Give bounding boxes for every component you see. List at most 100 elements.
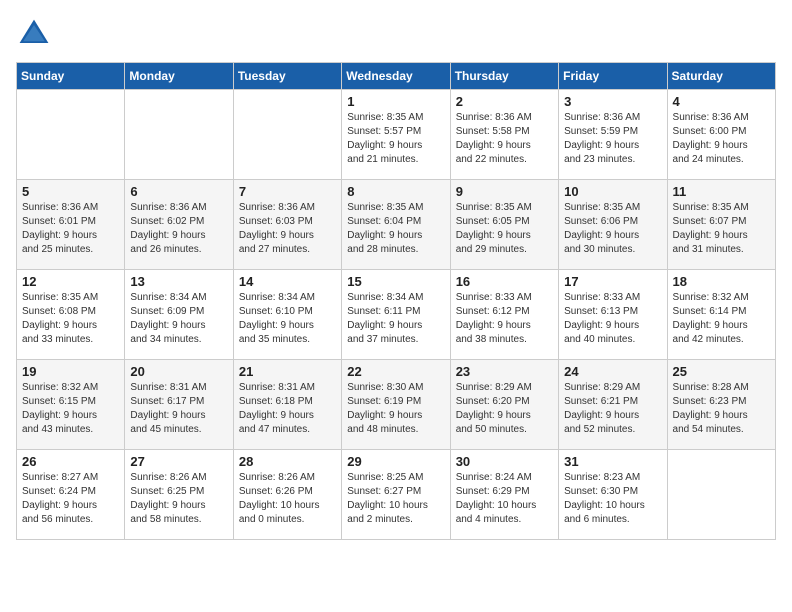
- logo: [16, 16, 56, 52]
- day-number: 7: [239, 184, 336, 199]
- day-number: 26: [22, 454, 119, 469]
- page-header: [16, 16, 776, 52]
- calendar-cell: 19 Sunrise: 8:32 AM Sunset: 6:15 PM Dayli…: [17, 360, 125, 450]
- calendar-cell: 27 Sunrise: 8:26 AM Sunset: 6:25 PM Dayli…: [125, 450, 233, 540]
- day-info: Sunrise: 8:34 AM Sunset: 6:09 PM Dayligh…: [130, 291, 227, 347]
- day-info: Sunrise: 8:25 AM Sunset: 6:27 PM Dayligh…: [347, 471, 444, 527]
- day-number: 19: [22, 364, 119, 379]
- day-number: 21: [239, 364, 336, 379]
- calendar-week-row: 1 Sunrise: 8:35 AM Sunset: 5:57 PM Daylig…: [17, 90, 776, 180]
- weekday-header-row: SundayMondayTuesdayWednesdayThursdayFrid…: [17, 63, 776, 90]
- day-info: Sunrise: 8:35 AM Sunset: 6:06 PM Dayligh…: [564, 201, 661, 257]
- calendar-cell: 30 Sunrise: 8:24 AM Sunset: 6:29 PM Dayli…: [450, 450, 558, 540]
- day-info: Sunrise: 8:36 AM Sunset: 6:00 PM Dayligh…: [673, 111, 770, 167]
- calendar-cell: 12 Sunrise: 8:35 AM Sunset: 6:08 PM Dayli…: [17, 270, 125, 360]
- day-info: Sunrise: 8:30 AM Sunset: 6:19 PM Dayligh…: [347, 381, 444, 437]
- day-number: 2: [456, 94, 553, 109]
- weekday-header-wednesday: Wednesday: [342, 63, 450, 90]
- calendar-cell: [233, 90, 341, 180]
- calendar-cell: 15 Sunrise: 8:34 AM Sunset: 6:11 PM Dayli…: [342, 270, 450, 360]
- calendar-cell: 18 Sunrise: 8:32 AM Sunset: 6:14 PM Dayli…: [667, 270, 775, 360]
- day-number: 3: [564, 94, 661, 109]
- day-info: Sunrise: 8:36 AM Sunset: 5:58 PM Dayligh…: [456, 111, 553, 167]
- day-info: Sunrise: 8:35 AM Sunset: 6:04 PM Dayligh…: [347, 201, 444, 257]
- calendar-cell: 7 Sunrise: 8:36 AM Sunset: 6:03 PM Daylig…: [233, 180, 341, 270]
- calendar-week-row: 26 Sunrise: 8:27 AM Sunset: 6:24 PM Dayli…: [17, 450, 776, 540]
- day-number: 9: [456, 184, 553, 199]
- day-info: Sunrise: 8:34 AM Sunset: 6:11 PM Dayligh…: [347, 291, 444, 347]
- calendar-cell: 3Sunrise: 8:36 AM Sunset: 5:59 PM Daylig…: [559, 90, 667, 180]
- calendar-cell: 22 Sunrise: 8:30 AM Sunset: 6:19 PM Dayli…: [342, 360, 450, 450]
- calendar-cell: 24 Sunrise: 8:29 AM Sunset: 6:21 PM Dayli…: [559, 360, 667, 450]
- day-number: 29: [347, 454, 444, 469]
- calendar-week-row: 19 Sunrise: 8:32 AM Sunset: 6:15 PM Dayli…: [17, 360, 776, 450]
- day-number: 4: [673, 94, 770, 109]
- calendar-cell: 8 Sunrise: 8:35 AM Sunset: 6:04 PM Daylig…: [342, 180, 450, 270]
- calendar-cell: 31 Sunrise: 8:23 AM Sunset: 6:30 PM Dayli…: [559, 450, 667, 540]
- day-number: 11: [673, 184, 770, 199]
- weekday-header-monday: Monday: [125, 63, 233, 90]
- day-info: Sunrise: 8:36 AM Sunset: 6:02 PM Dayligh…: [130, 201, 227, 257]
- weekday-header-friday: Friday: [559, 63, 667, 90]
- calendar-cell: 5Sunrise: 8:36 AM Sunset: 6:01 PM Daylig…: [17, 180, 125, 270]
- calendar-cell: 6 Sunrise: 8:36 AM Sunset: 6:02 PM Daylig…: [125, 180, 233, 270]
- day-number: 6: [130, 184, 227, 199]
- calendar-cell: 4 Sunrise: 8:36 AM Sunset: 6:00 PM Daylig…: [667, 90, 775, 180]
- day-number: 31: [564, 454, 661, 469]
- day-info: Sunrise: 8:32 AM Sunset: 6:15 PM Dayligh…: [22, 381, 119, 437]
- calendar-cell: 21 Sunrise: 8:31 AM Sunset: 6:18 PM Dayli…: [233, 360, 341, 450]
- day-number: 30: [456, 454, 553, 469]
- day-info: Sunrise: 8:36 AM Sunset: 6:03 PM Dayligh…: [239, 201, 336, 257]
- day-info: Sunrise: 8:34 AM Sunset: 6:10 PM Dayligh…: [239, 291, 336, 347]
- day-info: Sunrise: 8:28 AM Sunset: 6:23 PM Dayligh…: [673, 381, 770, 437]
- calendar-week-row: 5Sunrise: 8:36 AM Sunset: 6:01 PM Daylig…: [17, 180, 776, 270]
- calendar-cell: 20 Sunrise: 8:31 AM Sunset: 6:17 PM Dayli…: [125, 360, 233, 450]
- day-info: Sunrise: 8:29 AM Sunset: 6:21 PM Dayligh…: [564, 381, 661, 437]
- day-info: Sunrise: 8:35 AM Sunset: 6:07 PM Dayligh…: [673, 201, 770, 257]
- calendar-cell: 16 Sunrise: 8:33 AM Sunset: 6:12 PM Dayli…: [450, 270, 558, 360]
- day-number: 28: [239, 454, 336, 469]
- day-info: Sunrise: 8:26 AM Sunset: 6:25 PM Dayligh…: [130, 471, 227, 527]
- calendar-cell: 2 Sunrise: 8:36 AM Sunset: 5:58 PM Daylig…: [450, 90, 558, 180]
- calendar-cell: 1 Sunrise: 8:35 AM Sunset: 5:57 PM Daylig…: [342, 90, 450, 180]
- day-info: Sunrise: 8:35 AM Sunset: 5:57 PM Dayligh…: [347, 111, 444, 167]
- calendar-cell: 25 Sunrise: 8:28 AM Sunset: 6:23 PM Dayli…: [667, 360, 775, 450]
- calendar-cell: 17Sunrise: 8:33 AM Sunset: 6:13 PM Dayli…: [559, 270, 667, 360]
- day-number: 24: [564, 364, 661, 379]
- logo-icon: [16, 16, 52, 52]
- day-number: 8: [347, 184, 444, 199]
- day-info: Sunrise: 8:33 AM Sunset: 6:13 PM Dayligh…: [564, 291, 661, 347]
- day-info: Sunrise: 8:31 AM Sunset: 6:17 PM Dayligh…: [130, 381, 227, 437]
- calendar-cell: 23Sunrise: 8:29 AM Sunset: 6:20 PM Dayli…: [450, 360, 558, 450]
- weekday-header-saturday: Saturday: [667, 63, 775, 90]
- day-number: 13: [130, 274, 227, 289]
- day-info: Sunrise: 8:24 AM Sunset: 6:29 PM Dayligh…: [456, 471, 553, 527]
- day-number: 15: [347, 274, 444, 289]
- day-info: Sunrise: 8:32 AM Sunset: 6:14 PM Dayligh…: [673, 291, 770, 347]
- day-number: 22: [347, 364, 444, 379]
- day-info: Sunrise: 8:31 AM Sunset: 6:18 PM Dayligh…: [239, 381, 336, 437]
- day-info: Sunrise: 8:27 AM Sunset: 6:24 PM Dayligh…: [22, 471, 119, 527]
- calendar-cell: [125, 90, 233, 180]
- calendar-cell: [667, 450, 775, 540]
- calendar-cell: 10 Sunrise: 8:35 AM Sunset: 6:06 PM Dayli…: [559, 180, 667, 270]
- day-number: 27: [130, 454, 227, 469]
- day-number: 18: [673, 274, 770, 289]
- weekday-header-sunday: Sunday: [17, 63, 125, 90]
- calendar-cell: 28 Sunrise: 8:26 AM Sunset: 6:26 PM Dayli…: [233, 450, 341, 540]
- day-info: Sunrise: 8:33 AM Sunset: 6:12 PM Dayligh…: [456, 291, 553, 347]
- calendar-cell: 13 Sunrise: 8:34 AM Sunset: 6:09 PM Dayli…: [125, 270, 233, 360]
- day-number: 12: [22, 274, 119, 289]
- weekday-header-tuesday: Tuesday: [233, 63, 341, 90]
- day-info: Sunrise: 8:26 AM Sunset: 6:26 PM Dayligh…: [239, 471, 336, 527]
- day-number: 10: [564, 184, 661, 199]
- day-number: 20: [130, 364, 227, 379]
- day-number: 16: [456, 274, 553, 289]
- day-info: Sunrise: 8:35 AM Sunset: 6:08 PM Dayligh…: [22, 291, 119, 347]
- calendar-cell: 9Sunrise: 8:35 AM Sunset: 6:05 PM Daylig…: [450, 180, 558, 270]
- calendar-cell: 29 Sunrise: 8:25 AM Sunset: 6:27 PM Dayli…: [342, 450, 450, 540]
- calendar-cell: 26 Sunrise: 8:27 AM Sunset: 6:24 PM Dayli…: [17, 450, 125, 540]
- day-info: Sunrise: 8:23 AM Sunset: 6:30 PM Dayligh…: [564, 471, 661, 527]
- day-number: 25: [673, 364, 770, 379]
- day-number: 1: [347, 94, 444, 109]
